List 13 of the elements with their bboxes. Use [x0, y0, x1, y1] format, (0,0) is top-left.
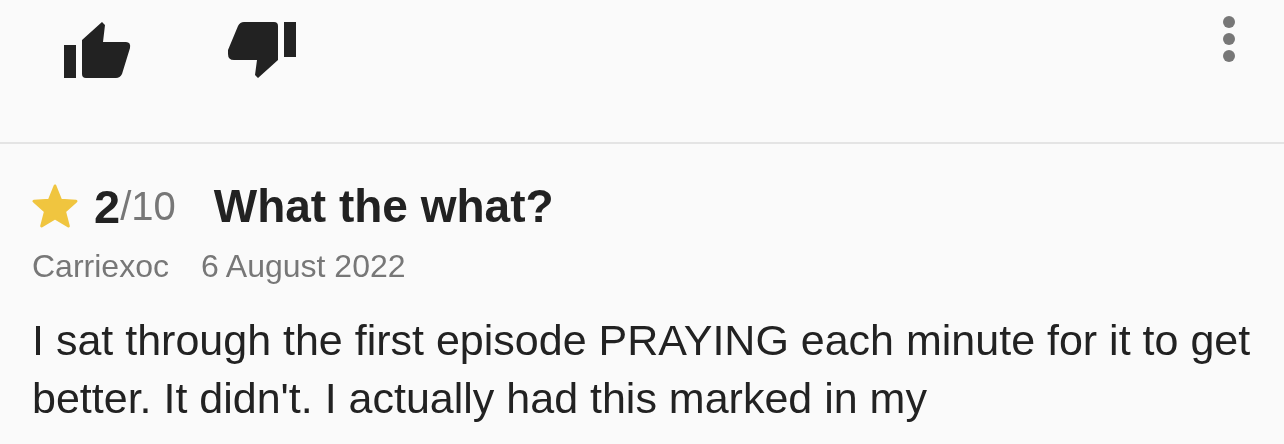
star-icon — [32, 184, 78, 228]
more-options-button[interactable] — [1222, 16, 1236, 62]
more-options-icon — [1222, 16, 1236, 62]
thumbs-down-button[interactable] — [228, 22, 296, 78]
rating-scale: /10 — [120, 183, 176, 229]
review-text: I sat through the first episode PRAYING each minute for it to get better. It didn't. I actually had this marked in my — [32, 315, 1252, 424]
rating-score: 2 — [94, 178, 121, 234]
review-author: Carriexoc — [32, 248, 169, 285]
review-title: What the what? — [213, 179, 554, 233]
review-date: 6 August 2022 — [200, 248, 406, 285]
thumbs-up-icon — [64, 22, 132, 78]
thumbs-up-button[interactable] — [64, 22, 132, 78]
thumbs-down-icon — [228, 22, 296, 78]
